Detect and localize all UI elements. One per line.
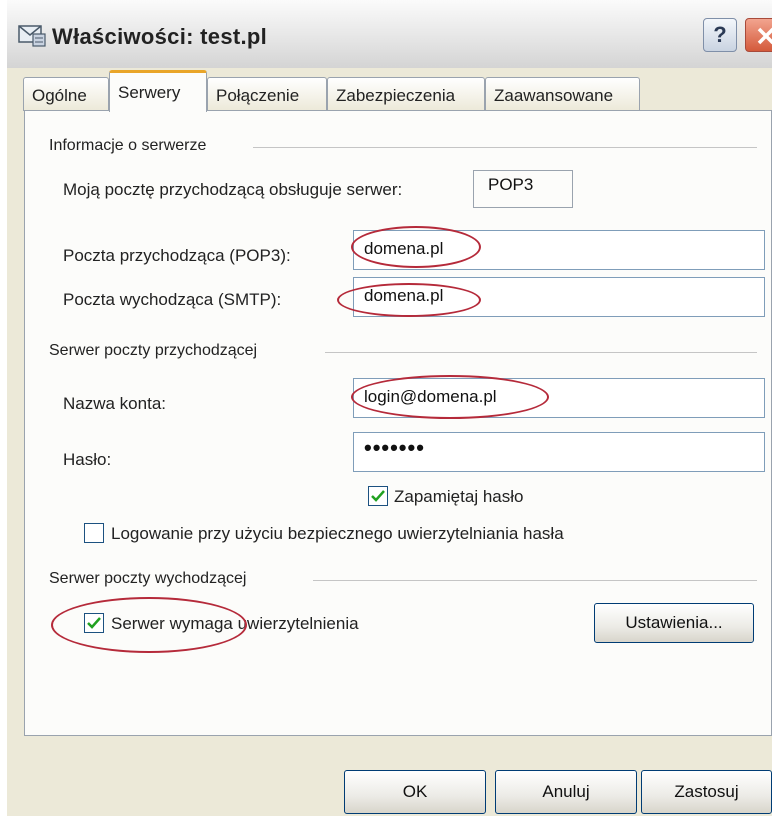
smtp-label: Poczta wychodząca (SMTP): — [63, 290, 282, 309]
properties-window: Właściwości: test.pl ? Ogólne Serwery Po… — [7, 0, 772, 816]
group-divider — [313, 580, 757, 581]
spa-checkbox[interactable] — [84, 523, 104, 543]
group-outgoing-server: Serwer poczty wychodzącej — [49, 570, 247, 587]
password-label: Hasło: — [63, 450, 112, 469]
account-label: Nazwa konta: — [63, 394, 166, 413]
tab-advanced[interactable]: Zaawansowane — [485, 77, 640, 111]
help-button[interactable]: ? — [703, 18, 737, 52]
password-value: ••••••• — [364, 435, 425, 460]
checkmark-icon — [371, 490, 385, 502]
incoming-type-label: Moją pocztę przychodzącą obsługuje serwe… — [63, 180, 403, 199]
tab-security[interactable]: Zabezpieczenia — [327, 77, 485, 111]
checkmark-icon — [87, 617, 101, 629]
smtp-auth-label: Serwer wymaga uwierzytelnienia — [111, 614, 359, 633]
password-input[interactable]: ••••••• — [353, 432, 765, 472]
close-button[interactable] — [745, 18, 772, 52]
pop3-label: Poczta przychodząca (POP3): — [63, 246, 291, 265]
settings-button[interactable]: Ustawienia... — [594, 603, 754, 643]
title-bar[interactable]: Właściwości: test.pl ? — [7, 0, 772, 68]
group-divider — [253, 147, 757, 148]
group-incoming-server: Serwer poczty przychodzącej — [49, 342, 258, 359]
smtp-server-value: domena.pl — [364, 286, 444, 305]
pop3-server-input[interactable]: domena.pl — [353, 230, 765, 270]
apply-button[interactable]: Zastosuj — [641, 770, 772, 814]
help-icon: ? — [713, 22, 727, 47]
group-divider — [325, 352, 757, 353]
smtp-server-input[interactable]: domena.pl — [353, 277, 765, 317]
smtp-auth-checkbox[interactable] — [84, 613, 104, 633]
close-icon — [757, 27, 772, 45]
tab-connection[interactable]: Połączenie — [207, 77, 327, 111]
spa-label: Logowanie przy użyciu bezpiecznego uwier… — [111, 524, 564, 543]
group-server-info: Informacje o serwerze — [49, 137, 207, 154]
cancel-button[interactable]: Anuluj — [495, 770, 637, 814]
tab-servers[interactable]: Serwery — [109, 70, 207, 112]
tab-general[interactable]: Ogólne — [23, 77, 109, 111]
mail-server-icon — [17, 22, 47, 48]
remember-password-label: Zapamiętaj hasło — [394, 487, 524, 506]
account-name-value: login@domena.pl — [364, 387, 497, 406]
account-name-input[interactable]: login@domena.pl — [353, 378, 765, 418]
ok-button[interactable]: OK — [344, 770, 486, 814]
remember-password-checkbox[interactable] — [368, 486, 388, 506]
pop3-server-value: domena.pl — [364, 239, 444, 258]
incoming-type-text: POP3 — [488, 175, 534, 194]
window-title: Właściwości: test.pl — [52, 24, 268, 49]
incoming-type-value: POP3 — [473, 170, 573, 208]
